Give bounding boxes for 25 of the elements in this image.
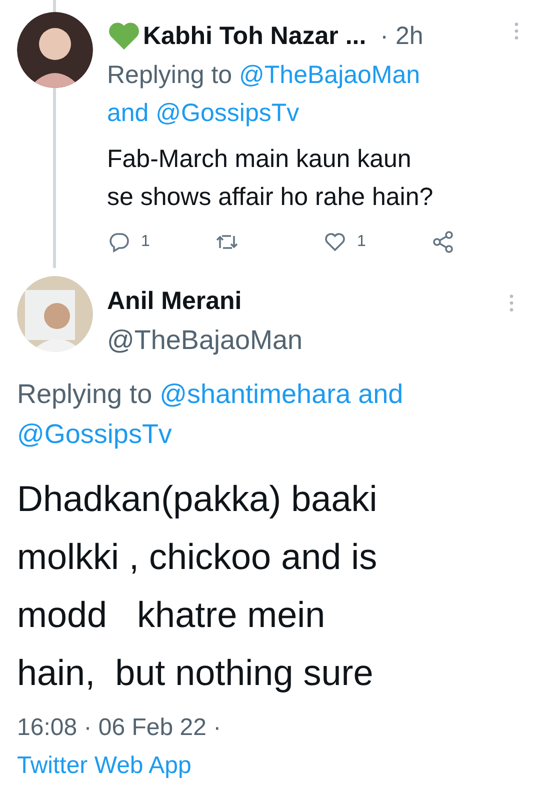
tweet-timestamp: 16:08 · 06 Feb 22 · — [16, 713, 222, 743]
tweet-text: Dhadkan(pakka) baaki — [17, 477, 378, 521]
avatar[interactable] — [17, 12, 93, 88]
action-count: 1 — [357, 233, 366, 251]
tweet-text: Fab-March main kaun kaun — [107, 144, 412, 175]
mention-link[interactable]: @TheBajaoMan — [239, 61, 420, 89]
user-handle[interactable]: @TheBajaoMan — [107, 320, 303, 360]
heart-icon — [107, 21, 141, 51]
tweet-text: hain, but nothing sure — [17, 651, 374, 695]
replying-to-text: Replying to @TheBajaoMan and @GossipsTv — [107, 60, 422, 129]
tweet-text: modd khatre mein — [17, 593, 326, 637]
replying-to-text: Replying to @shantimehara and @GossipsTv — [16, 378, 404, 451]
tweet-text: molkki , chickoo and is — [17, 535, 378, 579]
tweet-time: · 2h — [380, 22, 424, 50]
source-link[interactable]: Twitter Web App — [0, 746, 192, 786]
heart-icon[interactable] — [323, 230, 347, 254]
share-icon[interactable] — [431, 230, 455, 254]
action-count: 1 — [141, 233, 150, 251]
reply-icon[interactable] — [107, 230, 131, 254]
display-name[interactable]: Kabhi Toh Nazar ... — [143, 22, 366, 50]
mention-link[interactable]: and @GossipsTv — [107, 99, 300, 127]
tweet-text: se shows affair ho rahe hain? — [107, 182, 434, 213]
mention-link[interactable]: @shantimehara and — [160, 379, 404, 409]
mention-link[interactable]: @GossipsTv — [17, 419, 172, 449]
display-name[interactable]: Anil Merani — [107, 284, 303, 318]
